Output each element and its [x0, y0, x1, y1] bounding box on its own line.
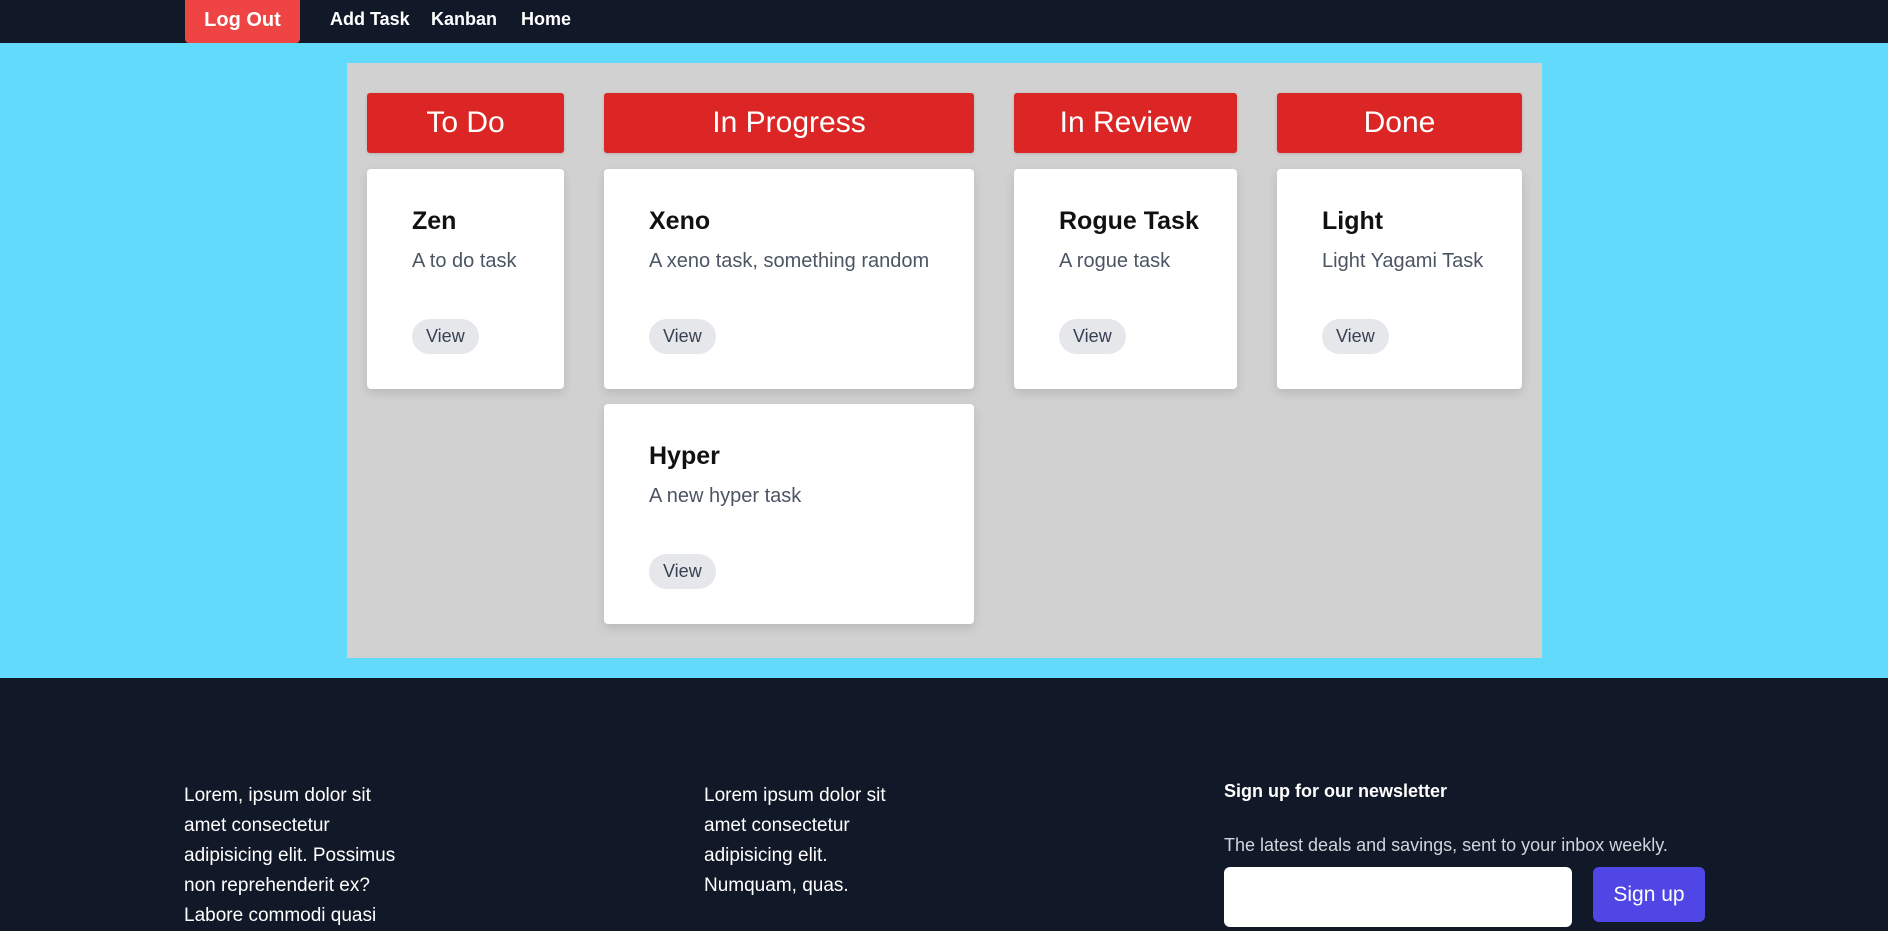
- card-title: Hyper: [649, 442, 720, 470]
- column-done: Done Light Light Yagami Task View: [1277, 93, 1522, 389]
- column-in-review: In Review Rogue Task A rogue task View: [1014, 93, 1237, 389]
- card-title: Rogue Task: [1059, 207, 1199, 235]
- column-todo: To Do Zen A to do task View: [367, 93, 564, 389]
- nav-link-home[interactable]: Home: [521, 0, 571, 43]
- footer-line: Labore commodi quasi: [184, 905, 377, 926]
- footer-line: adipisicing elit.: [704, 845, 828, 866]
- footer-text-col-1: Lorem, ipsum dolor sit amet consectetur …: [184, 781, 395, 931]
- column-header: In Review: [1014, 93, 1237, 153]
- signup-button[interactable]: Sign up: [1593, 867, 1705, 922]
- top-nav: Log Out Add Task Kanban Home: [0, 0, 1888, 43]
- newsletter-email-input[interactable]: [1224, 867, 1572, 927]
- column-header: In Progress: [604, 93, 974, 153]
- card-title: Light: [1322, 207, 1384, 235]
- newsletter-subtitle: The latest deals and savings, sent to yo…: [1224, 835, 1668, 855]
- card-description: A rogue task: [1059, 250, 1171, 272]
- view-button[interactable]: View: [1322, 319, 1389, 354]
- view-button[interactable]: View: [1059, 319, 1126, 354]
- task-card: Zen A to do task View: [367, 169, 564, 389]
- task-card: Light Light Yagami Task View: [1277, 169, 1522, 389]
- footer-line: Numquam, quas.: [704, 875, 849, 896]
- footer: Lorem, ipsum dolor sit amet consectetur …: [0, 678, 1888, 927]
- card-title: Xeno: [649, 207, 711, 235]
- footer-line: adipisicing elit. Possimus: [184, 845, 396, 866]
- card-description: A new hyper task: [649, 485, 802, 507]
- view-button[interactable]: View: [649, 554, 716, 589]
- card-description: Light Yagami Task: [1322, 250, 1484, 272]
- task-card: Xeno A xeno task, something random View: [604, 169, 974, 389]
- footer-text-col-2: Lorem ipsum dolor sit amet consectetur a…: [704, 781, 886, 901]
- task-card: Rogue Task A rogue task View: [1014, 169, 1237, 389]
- card-title: Zen: [412, 207, 457, 235]
- view-button[interactable]: View: [412, 319, 479, 354]
- logout-button[interactable]: Log Out: [185, 0, 300, 43]
- footer-line: Lorem ipsum dolor sit: [704, 785, 886, 806]
- footer-line: amet consectetur: [184, 815, 330, 836]
- nav-link-kanban[interactable]: Kanban: [431, 0, 497, 43]
- footer-line: Lorem, ipsum dolor sit: [184, 785, 371, 806]
- column-header: To Do: [367, 93, 564, 153]
- footer-line: amet consectetur: [704, 815, 850, 836]
- card-description: A xeno task, something random: [649, 250, 930, 272]
- footer-line: non reprehenderit ex?: [184, 875, 370, 896]
- view-button[interactable]: View: [649, 319, 716, 354]
- main-area: To Do Zen A to do task View In Progress …: [0, 43, 1888, 678]
- kanban-board: To Do Zen A to do task View In Progress …: [347, 63, 1542, 658]
- column-header: Done: [1277, 93, 1522, 153]
- column-in-progress: In Progress Xeno A xeno task, something …: [604, 93, 974, 624]
- nav-link-add-task[interactable]: Add Task: [330, 0, 410, 43]
- task-card: Hyper A new hyper task View: [604, 404, 974, 624]
- newsletter-title: Sign up for our newsletter: [1224, 781, 1448, 801]
- card-description: A to do task: [412, 250, 517, 272]
